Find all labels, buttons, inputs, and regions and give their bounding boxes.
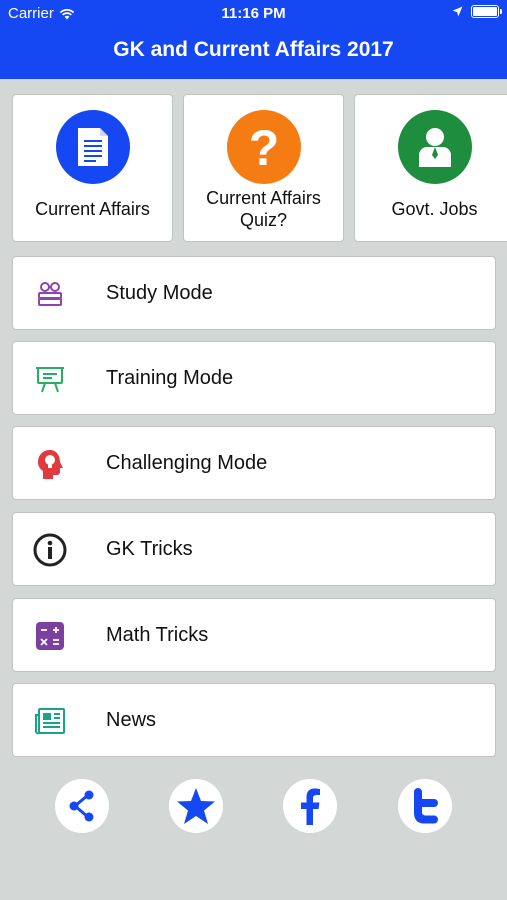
- location-arrow-icon: [452, 6, 463, 17]
- page-title: GK and Current Affairs 2017: [113, 38, 394, 61]
- menu-item-label: News: [106, 709, 157, 731]
- twitter-icon[interactable]: [398, 779, 452, 833]
- document-icon: [55, 110, 130, 184]
- glasses-books-icon: [33, 277, 67, 311]
- tile-label: Current Affairs: [35, 199, 150, 219]
- svg-text:?: ?: [248, 121, 279, 173]
- facebook-icon[interactable]: [283, 779, 337, 833]
- question-icon: ?: [226, 110, 301, 184]
- menu-item-challenging-mode[interactable]: Challenging Mode: [12, 426, 496, 500]
- star-icon[interactable]: [169, 779, 223, 833]
- menu-item-news[interactable]: News: [12, 683, 496, 757]
- tile-current-affairs-quiz[interactable]: ? Current Affairs Quiz?: [183, 94, 344, 242]
- menu-item-study-mode[interactable]: Study Mode: [12, 256, 496, 330]
- tile-label: Current Affairs Quiz?: [206, 188, 321, 230]
- social-bar: [0, 779, 507, 835]
- menu-item-label: Training Mode: [106, 367, 234, 389]
- status-time: 11:16 PM: [221, 5, 286, 22]
- person-icon: [397, 110, 472, 184]
- tile-label: Govt. Jobs: [391, 199, 478, 219]
- menu-item-training-mode[interactable]: Training Mode: [12, 341, 496, 415]
- menu-item-math-tricks[interactable]: Math Tricks: [12, 598, 496, 672]
- newspaper-icon: [33, 704, 67, 738]
- menu-item-label: Challenging Mode: [106, 452, 268, 474]
- menu-item-label: Math Tricks: [106, 624, 209, 646]
- app-header: Carrier 11:16 PM GK and Current Affairs …: [0, 0, 507, 79]
- status-bar: Carrier 11:16 PM: [0, 0, 507, 28]
- presentation-board-icon: [33, 362, 67, 396]
- menu-item-label: Study Mode: [106, 282, 213, 304]
- tile-current-affairs[interactable]: Current Affairs: [12, 94, 173, 242]
- calculator-icon: [33, 619, 67, 653]
- menu-item-gk-tricks[interactable]: GK Tricks: [12, 512, 496, 586]
- feature-tiles: Current Affairs ? Current Affairs Quiz? …: [12, 94, 507, 242]
- battery-icon: [471, 5, 502, 18]
- head-bulb-icon: [33, 447, 67, 481]
- menu-item-label: GK Tricks: [106, 538, 193, 560]
- info-icon: [33, 533, 67, 567]
- share-icon[interactable]: [55, 779, 109, 833]
- tile-govt-jobs[interactable]: Govt. Jobs: [354, 94, 507, 242]
